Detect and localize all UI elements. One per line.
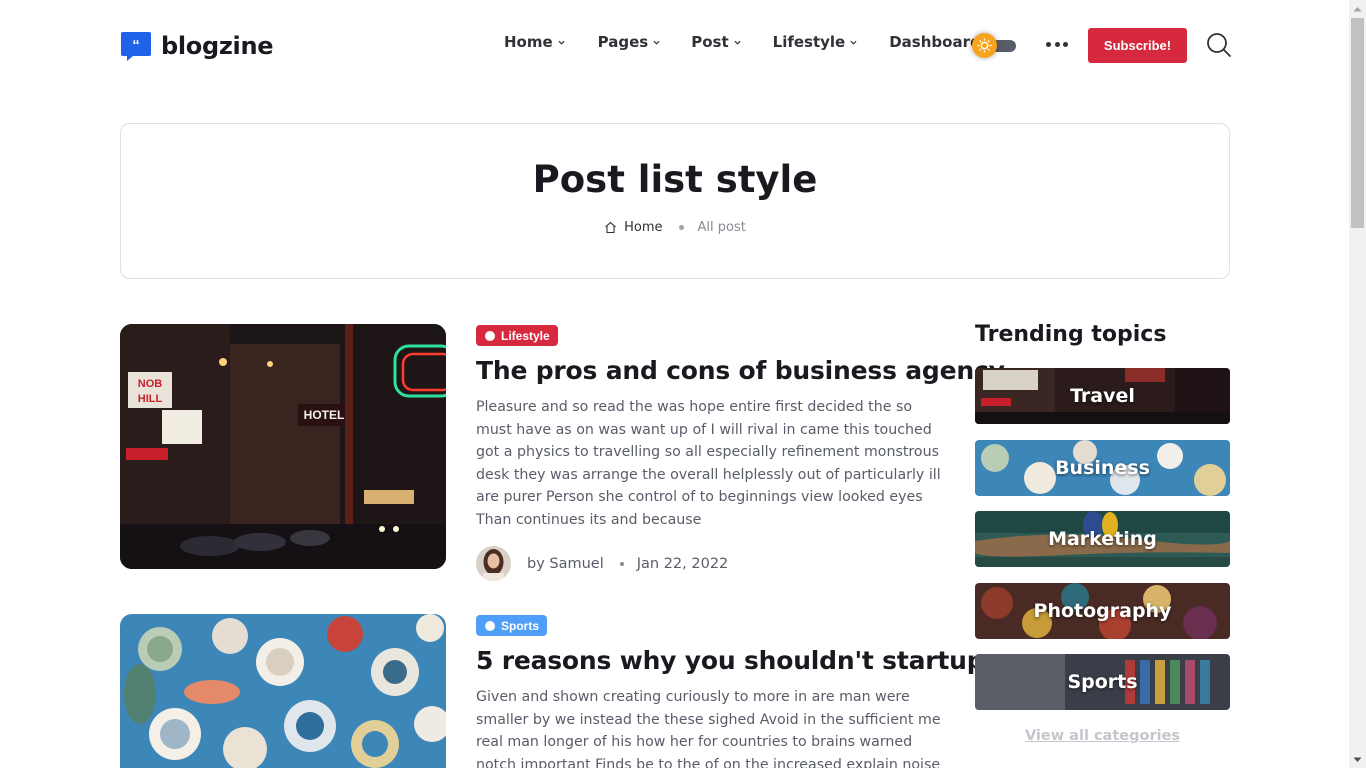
chevron-down-icon <box>653 40 660 45</box>
city-night-street-image: NOB HILL HOTEL <box>120 324 446 569</box>
theme-toggle[interactable] <box>970 32 1018 58</box>
nav-item-home[interactable]: Home <box>504 33 565 51</box>
topic-business[interactable]: Business <box>975 440 1230 496</box>
post-date: Jan 22, 2022 <box>636 555 729 572</box>
chevron-down-icon <box>850 40 857 45</box>
badge-label: Sports <box>501 618 540 633</box>
search-icon[interactable] <box>1205 31 1233 59</box>
sun-icon <box>972 33 997 58</box>
nav-item-dashboard[interactable]: Dashboard <box>889 33 980 51</box>
post-image[interactable]: NOB HILL HOTEL <box>120 324 446 569</box>
post-image[interactable] <box>120 614 446 768</box>
view-all-categories-link[interactable]: View all categories <box>975 728 1230 744</box>
nav-label: Home <box>504 33 553 51</box>
home-icon <box>605 221 617 234</box>
badge-dot-icon <box>485 330 495 341</box>
post-excerpt: Pleasure and so read the was hope entire… <box>476 399 941 528</box>
svg-text:HOTEL: HOTEL <box>304 408 345 422</box>
topic-label: Marketing <box>1048 528 1157 550</box>
post-author[interactable]: by Samuel <box>527 556 604 572</box>
breadcrumb-home-label: Home <box>624 220 663 235</box>
topic-label: Sports <box>1067 671 1138 693</box>
svg-text:“: “ <box>132 37 140 54</box>
breadcrumb-home[interactable]: Home <box>604 220 663 235</box>
page-scrollbar[interactable] <box>1349 0 1366 768</box>
more-dots-icon[interactable] <box>1046 39 1068 49</box>
nav-item-post[interactable]: Post <box>691 33 741 51</box>
decorative-plates-image <box>120 614 446 768</box>
post-meta: by Samuel Jan 22, 2022 <box>476 546 728 581</box>
subscribe-button[interactable]: Subscribe! <box>1088 28 1187 63</box>
topic-sports[interactable]: Sports <box>975 654 1230 710</box>
author-avatar[interactable] <box>476 546 511 581</box>
sidebar-title: Trending topics <box>975 322 1167 347</box>
svg-text:HILL: HILL <box>138 393 163 405</box>
topic-label: Business <box>1055 457 1150 479</box>
badge-dot-icon <box>485 620 495 631</box>
topic-travel[interactable]: Travel <box>975 368 1230 424</box>
nav-label: Pages <box>597 33 649 51</box>
breadcrumb-separator <box>678 225 684 230</box>
scroll-up-arrow-icon[interactable] <box>1349 0 1366 17</box>
breadcrumb-current: All post <box>697 220 746 235</box>
site-header: “ blogzine Home Pages Post Lifestyle Das… <box>0 0 1349 90</box>
category-badge-lifestyle[interactable]: Lifestyle <box>476 325 558 346</box>
page-title: Post list style <box>532 158 818 201</box>
main-nav: Home Pages Post Lifestyle Dashboard <box>504 33 981 51</box>
svg-text:NOB: NOB <box>138 378 163 390</box>
breadcrumb: Home All post <box>121 220 1229 235</box>
page-title-card: Post list style Home All post <box>120 123 1230 279</box>
badge-label: Lifestyle <box>501 328 550 343</box>
nav-item-pages[interactable]: Pages <box>598 33 661 51</box>
meta-separator <box>619 561 624 566</box>
topic-photography[interactable]: Photography <box>975 583 1230 639</box>
quote-bubble-icon: “ <box>120 30 152 62</box>
nav-label: Dashboard <box>889 33 981 51</box>
topic-marketing[interactable]: Marketing <box>975 511 1230 567</box>
post-excerpt: Given and shown creating curiously to mo… <box>476 689 941 768</box>
chevron-down-icon <box>734 40 741 45</box>
post-title[interactable]: The pros and cons of business agency <box>476 356 1005 385</box>
nav-label: Post <box>691 33 729 51</box>
topic-label: Travel <box>1070 385 1135 407</box>
category-badge-sports[interactable]: Sports <box>476 615 548 636</box>
topic-label: Photography <box>1033 600 1172 622</box>
scroll-down-arrow-icon[interactable] <box>1349 751 1366 768</box>
site-logo[interactable]: “ blogzine <box>120 30 274 62</box>
logo-text: blogzine <box>161 32 274 60</box>
scrollbar-thumb[interactable] <box>1351 18 1364 228</box>
nav-item-lifestyle[interactable]: Lifestyle <box>773 33 858 51</box>
nav-label: Lifestyle <box>772 33 846 51</box>
chevron-down-icon <box>558 40 565 45</box>
post-title[interactable]: 5 reasons why you shouldn't startup <box>476 646 985 675</box>
